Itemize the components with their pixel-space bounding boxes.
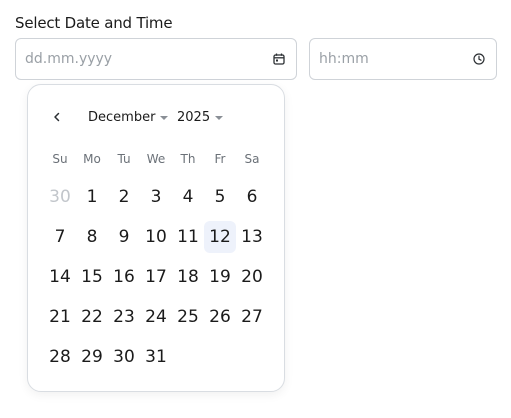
weekday-label: Sa xyxy=(244,152,260,166)
day-cell[interactable]: 20 xyxy=(236,261,268,293)
weekday-header: Su Mo Tu We Th Fr Sa xyxy=(44,152,268,166)
day-cell[interactable]: 13 xyxy=(236,221,268,253)
day-cell[interactable]: 17 xyxy=(140,261,172,293)
month-select[interactable]: December xyxy=(88,108,169,126)
day-cell[interactable]: 18 xyxy=(172,261,204,293)
day-cell[interactable]: 14 xyxy=(44,261,76,293)
weekday-label: Th xyxy=(180,152,196,166)
day-cell[interactable]: 2 xyxy=(108,181,140,213)
day-cell[interactable]: 9 xyxy=(108,221,140,253)
day-cell[interactable]: 30 xyxy=(108,341,140,373)
day-cell[interactable]: 5 xyxy=(204,181,236,213)
weekday-label: Mo xyxy=(83,152,101,166)
day-cell[interactable]: 6 xyxy=(236,181,268,213)
form-label: Select Date and Time xyxy=(15,14,173,32)
day-cell[interactable]: 19 xyxy=(204,261,236,293)
weekday-label: Su xyxy=(52,152,68,166)
day-cell[interactable]: 15 xyxy=(76,261,108,293)
calendar-popup: December 2025 Su Mo Tu We Th Fr Sa 30 1 2 3… xyxy=(27,84,285,392)
day-grid: 30 1 2 3 4 5 6 7 8 9 10 11 12 13 14 15 16 17 18 19 20 21 22 23 2… xyxy=(44,177,268,377)
day-cell[interactable]: 11 xyxy=(172,221,204,253)
caret-down-icon xyxy=(215,115,224,120)
weekday-label: We xyxy=(146,152,166,166)
day-cell[interactable]: 29 xyxy=(76,341,108,373)
time-input[interactable] xyxy=(319,51,466,67)
weekday-label: Tu xyxy=(117,152,131,166)
day-cell[interactable]: 3 xyxy=(140,181,172,213)
day-cell[interactable]: 21 xyxy=(44,301,76,333)
day-cell[interactable]: 26 xyxy=(204,301,236,333)
year-select-value: 2025 xyxy=(177,109,211,125)
month-select-value: December xyxy=(88,109,156,125)
date-input[interactable] xyxy=(25,51,266,67)
year-select[interactable]: 2025 xyxy=(177,108,224,126)
day-cell[interactable]: 24 xyxy=(140,301,172,333)
day-cell[interactable]: 27 xyxy=(236,301,268,333)
day-cell[interactable]: 28 xyxy=(44,341,76,373)
clock-icon[interactable] xyxy=(472,52,486,66)
day-cell[interactable]: 16 xyxy=(108,261,140,293)
day-cell[interactable]: 10 xyxy=(140,221,172,253)
day-cell[interactable]: 7 xyxy=(44,221,76,253)
day-cell[interactable]: 1 xyxy=(76,181,108,213)
day-cell[interactable]: 23 xyxy=(108,301,140,333)
chevron-left-icon[interactable] xyxy=(48,108,66,126)
day-cell-outside[interactable]: 30 xyxy=(44,181,76,213)
day-cell[interactable]: 25 xyxy=(172,301,204,333)
day-cell-selected[interactable]: 12 xyxy=(204,221,236,253)
caret-down-icon xyxy=(160,115,169,120)
day-cell[interactable]: 22 xyxy=(76,301,108,333)
day-cell[interactable]: 31 xyxy=(140,341,172,373)
time-field[interactable] xyxy=(309,38,497,80)
day-cell[interactable]: 8 xyxy=(76,221,108,253)
calendar-icon[interactable] xyxy=(272,52,286,66)
weekday-label: Fr xyxy=(214,152,226,166)
date-field[interactable] xyxy=(15,38,297,80)
day-cell[interactable]: 4 xyxy=(172,181,204,213)
